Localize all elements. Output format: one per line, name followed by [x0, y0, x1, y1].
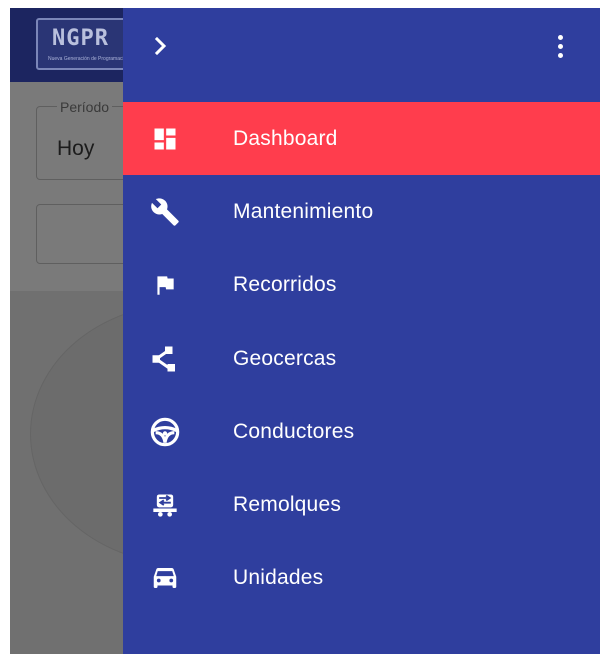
period-value: Hoy [57, 137, 95, 160]
dashboard-icon [147, 121, 183, 157]
chevron-right-icon [154, 37, 167, 55]
more-vert-icon [557, 34, 563, 40]
more-options-button[interactable] [550, 30, 570, 62]
expand-button[interactable] [147, 32, 175, 60]
menu-item-label: Dashboard [233, 126, 338, 150]
menu-item-unidades[interactable]: Unidades [123, 542, 600, 615]
navigation-drawer: Dashboard Mantenimiento Recorridos Geoce… [123, 8, 600, 654]
logo-text: NGPR [52, 26, 109, 51]
menu-item-recorridos[interactable]: Recorridos [123, 249, 600, 322]
menu-item-mantenimiento[interactable]: Mantenimiento [123, 175, 600, 248]
menu-item-label: Conductores [233, 419, 355, 443]
menu-item-geocercas[interactable]: Geocercas [123, 322, 600, 395]
menu-item-label: Unidades [233, 566, 324, 590]
drawer-header [123, 8, 600, 84]
trailer-icon [147, 487, 183, 523]
steering-wheel-icon [147, 414, 183, 450]
flag-icon [147, 267, 183, 303]
menu-item-dashboard[interactable]: Dashboard [123, 102, 600, 176]
wrench-icon [147, 194, 183, 230]
car-icon [147, 560, 183, 596]
menu-item-conductores[interactable]: Conductores [123, 395, 600, 468]
menu-item-remolques[interactable]: Remolques [123, 468, 600, 541]
logo-subtitle: Nueva Generación de Programación [48, 56, 130, 62]
menu-item-label: Mantenimiento [233, 199, 374, 223]
period-label: Período [57, 99, 113, 115]
menu-item-label: Geocercas [233, 346, 337, 370]
geofence-icon [147, 341, 183, 377]
menu-item-label: Recorridos [233, 273, 337, 297]
menu-item-label: Remolques [233, 493, 342, 517]
drawer-menu: Dashboard Mantenimiento Recorridos Geoce… [123, 102, 600, 615]
